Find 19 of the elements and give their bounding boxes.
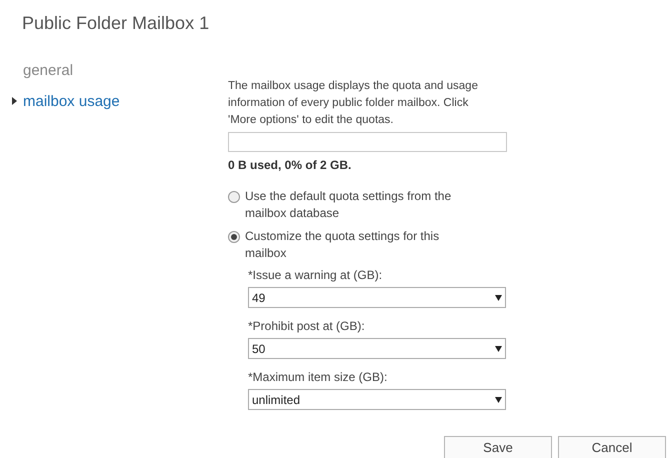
field-label: *Prohibit post at (GB):	[248, 318, 366, 335]
sidebar-item[interactable]: general	[23, 60, 74, 82]
dropdown-arrow-icon	[495, 346, 502, 352]
sidebar-item[interactable]: mailbox usage	[23, 90, 120, 113]
field-label: *Issue a warning at (GB):	[248, 267, 384, 284]
save-button[interactable]: Save	[444, 436, 552, 458]
usage-description: The mailbox usage displays the quota and usage information of every public folder mailbox. Click 'More options' to edit the quotas.	[228, 79, 478, 128]
dropdown-arrow-icon	[495, 396, 502, 402]
quota-radio-option[interactable]: Use the default quota settings from the mailbox database	[228, 188, 508, 222]
caret-icon	[12, 96, 17, 104]
quota-radio-option[interactable]: Customize the quota settings for this mailbox	[228, 228, 508, 262]
cancel-button[interactable]: Cancel	[558, 436, 666, 458]
window-title: Public Folder Mailbox 1	[22, 12, 210, 35]
field-label: *Maximum item size (GB):	[248, 369, 388, 386]
usage-reading: 0 B used, 0% of 2 GB.	[228, 157, 352, 174]
dropdown-arrow-icon	[495, 294, 502, 300]
dropdown-field[interactable]: 50	[248, 338, 506, 359]
dropdown-field[interactable]: 49	[248, 287, 506, 308]
dropdown-field[interactable]: unlimited	[248, 389, 506, 410]
